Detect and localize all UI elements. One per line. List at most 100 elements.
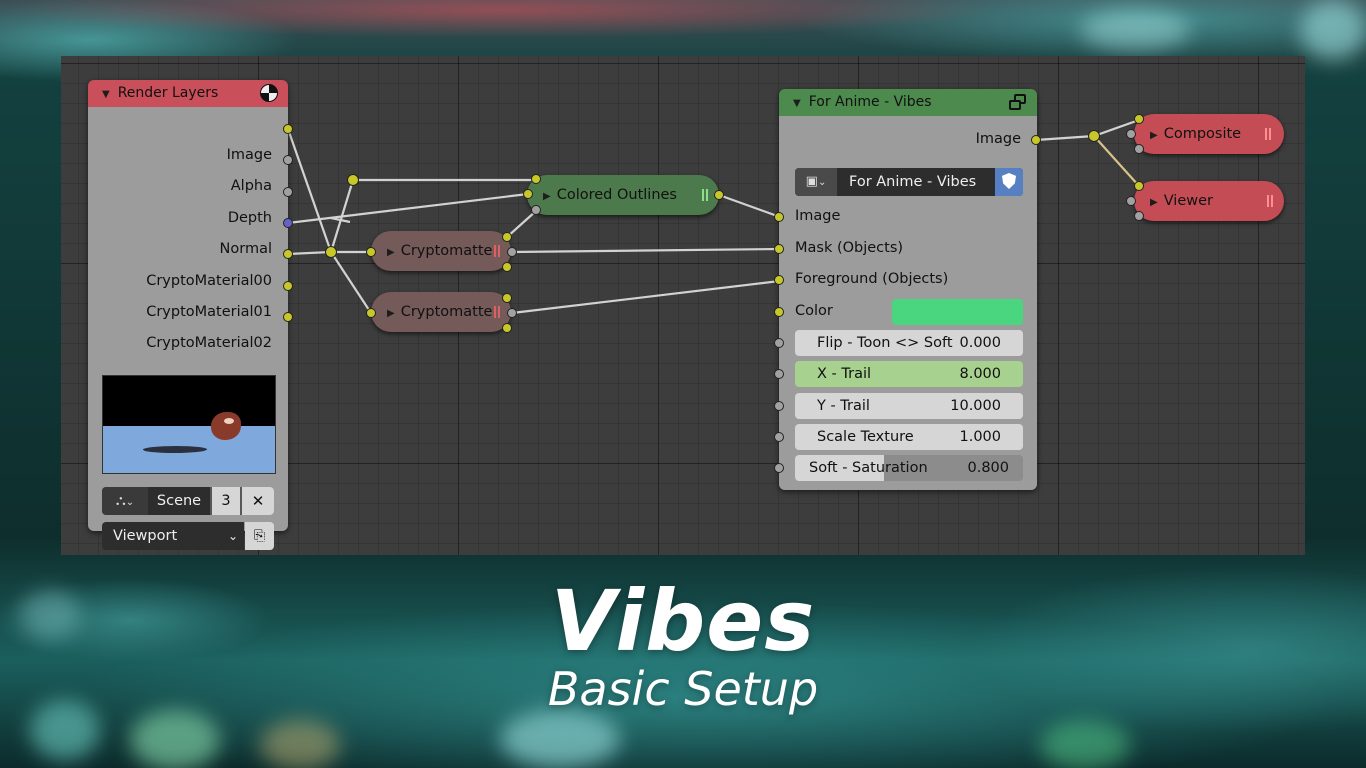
node-title: Colored Outlines [556, 187, 677, 203]
socket-normal[interactable] [283, 218, 293, 228]
colored-outlines-output[interactable] [714, 190, 724, 200]
group-input-flip-socket[interactable] [774, 338, 784, 348]
blur-blob [1300, 0, 1366, 60]
render-layers-node[interactable]: ▼ Render Layers Image Alpha Depth Normal … [88, 80, 288, 550]
node-group-icon[interactable] [1009, 94, 1027, 110]
input-mask-label: Mask (Objects) [795, 240, 904, 256]
field-label: X - Trail [817, 366, 872, 382]
slider-soft-saturation[interactable]: Soft - Saturation 0.800 [795, 455, 1023, 481]
cryptomatte-2-output-image[interactable] [502, 293, 512, 303]
cryptomatte-2-output-matte[interactable] [507, 308, 517, 318]
colored-outlines-input-1[interactable] [531, 174, 541, 184]
node-title: Render Layers [117, 85, 219, 101]
group-node-header[interactable]: ▼ For Anime - Vibes [779, 89, 1037, 116]
node-group-name[interactable]: For Anime - Vibes [849, 168, 976, 196]
composite-input-z[interactable] [1134, 144, 1144, 154]
render-icon [260, 84, 278, 102]
field-value: 0.000 [959, 335, 1001, 351]
output-alpha-label: Alpha [230, 178, 272, 194]
group-input-x-trail-socket[interactable] [774, 369, 784, 379]
collapse-triangle-icon[interactable]: ▼ [793, 90, 801, 117]
group-input-mask-socket[interactable] [774, 244, 784, 254]
view-layer-name: Viewport [113, 528, 178, 544]
node-tree-browse-button[interactable]: ▣⌄ [795, 168, 837, 196]
blur-blob [1080, 10, 1190, 50]
composite-input-image[interactable] [1134, 114, 1144, 124]
field-flip-toon-soft[interactable]: Flip - Toon <> Soft 0.000 [795, 330, 1023, 356]
cryptomatte-1-output-pick[interactable] [502, 262, 512, 272]
colored-outlines-input-3[interactable] [531, 205, 541, 215]
colored-outlines-input-2[interactable] [523, 189, 533, 199]
group-input-scale-socket[interactable] [774, 432, 784, 442]
cryptomatte-2-input[interactable] [366, 308, 376, 318]
scene-icon: ⛬ [115, 493, 126, 509]
socket-cryptomaterial02[interactable] [283, 312, 293, 322]
cryptomatte-node-2[interactable]: ▶ Cryptomatte [371, 292, 511, 332]
node-title: Viewer [1163, 193, 1213, 209]
fake-user-button[interactable] [995, 168, 1023, 196]
output-image-label: Image [226, 147, 272, 163]
blur-blob [130, 710, 220, 768]
chevron-down-icon: ⌄ [227, 529, 238, 543]
color-swatch[interactable] [892, 299, 1023, 325]
group-input-foreground-socket[interactable] [774, 275, 784, 285]
input-image-label: Image [795, 208, 841, 224]
viewer-input-alpha[interactable] [1126, 196, 1136, 206]
expand-triangle-icon[interactable]: ▶ [1150, 183, 1158, 223]
output-image-label: Image [975, 131, 1021, 147]
scene-type-dropdown[interactable]: ⛬⌄ [102, 487, 148, 515]
cryptomatte-1-output-image[interactable] [502, 232, 512, 242]
node-title: Cryptomatte [400, 243, 493, 259]
expand-triangle-icon[interactable]: ▶ [387, 294, 395, 334]
composite-node[interactable]: ▶ Composite [1134, 114, 1284, 154]
render-layers-header[interactable]: ▼ Render Layers [88, 80, 288, 107]
scene-selector[interactable]: ⛬⌄ Scene 3 ✕ [102, 487, 274, 515]
render-preview-image [102, 375, 276, 474]
socket-alpha[interactable] [283, 155, 293, 165]
collapse-triangle-icon[interactable]: ▼ [102, 81, 110, 108]
for-anime-vibes-group-node[interactable]: ▼ For Anime - Vibes Image ▣⌄ For Anime - … [779, 89, 1037, 490]
colored-outlines-node[interactable]: ▶ Colored Outlines [527, 175, 719, 215]
group-node-body: Image ▣⌄ For Anime - Vibes Image Mask (O… [779, 116, 1037, 490]
field-x-trail[interactable]: X - Trail 8.000 [795, 361, 1023, 387]
field-label: Soft - Saturation [809, 460, 928, 476]
field-label: Scale Texture [817, 429, 914, 445]
cryptomatte-2-output-pick[interactable] [502, 323, 512, 333]
render-layer-button[interactable]: ⎘ [245, 522, 274, 550]
scene-users-count[interactable]: 3 [212, 487, 240, 515]
group-input-y-trail-socket[interactable] [774, 401, 784, 411]
cryptomatte-1-input[interactable] [366, 247, 376, 257]
shield-icon [1002, 173, 1016, 189]
node-title: For Anime - Vibes [808, 94, 932, 110]
socket-image[interactable] [283, 124, 293, 134]
unlink-scene-button[interactable]: ✕ [242, 487, 274, 515]
viewer-node[interactable]: ▶ Viewer [1134, 181, 1284, 221]
field-scale-texture[interactable]: Scale Texture 1.000 [795, 424, 1023, 450]
blur-blob [260, 720, 340, 768]
group-input-color-socket[interactable] [774, 307, 784, 317]
socket-depth[interactable] [283, 187, 293, 197]
node-group-selector[interactable]: ▣⌄ For Anime - Vibes [795, 168, 1023, 196]
field-y-trail[interactable]: Y - Trail 10.000 [795, 393, 1023, 419]
input-foreground-label: Foreground (Objects) [795, 271, 949, 287]
caption-subtitle: Basic Setup [547, 662, 819, 716]
group-output-image-socket[interactable] [1031, 135, 1041, 145]
cryptomatte-node-1[interactable]: ▶ Cryptomatte [371, 231, 511, 271]
group-input-saturation-socket[interactable] [774, 463, 784, 473]
expand-triangle-icon[interactable]: ▶ [387, 233, 395, 273]
scene-name[interactable]: Scene [148, 487, 210, 515]
output-cryptomaterial01-label: CryptoMaterial01 [146, 304, 272, 320]
group-input-image-socket[interactable] [774, 212, 784, 222]
field-label: Flip - Toon <> Soft [817, 335, 953, 351]
view-layer-dropdown[interactable]: Viewport ⌄ [102, 522, 244, 550]
viewer-input-image[interactable] [1134, 181, 1144, 191]
cryptomatte-bars-icon [494, 245, 500, 257]
socket-cryptomaterial00[interactable] [283, 249, 293, 259]
viewer-input-z[interactable] [1134, 211, 1144, 221]
expand-triangle-icon[interactable]: ▶ [543, 177, 551, 217]
expand-triangle-icon[interactable]: ▶ [1150, 116, 1158, 156]
group-bars-icon [702, 189, 708, 201]
cryptomatte-1-output-matte[interactable] [507, 247, 517, 257]
socket-cryptomaterial01[interactable] [283, 281, 293, 291]
composite-input-alpha[interactable] [1126, 129, 1136, 139]
